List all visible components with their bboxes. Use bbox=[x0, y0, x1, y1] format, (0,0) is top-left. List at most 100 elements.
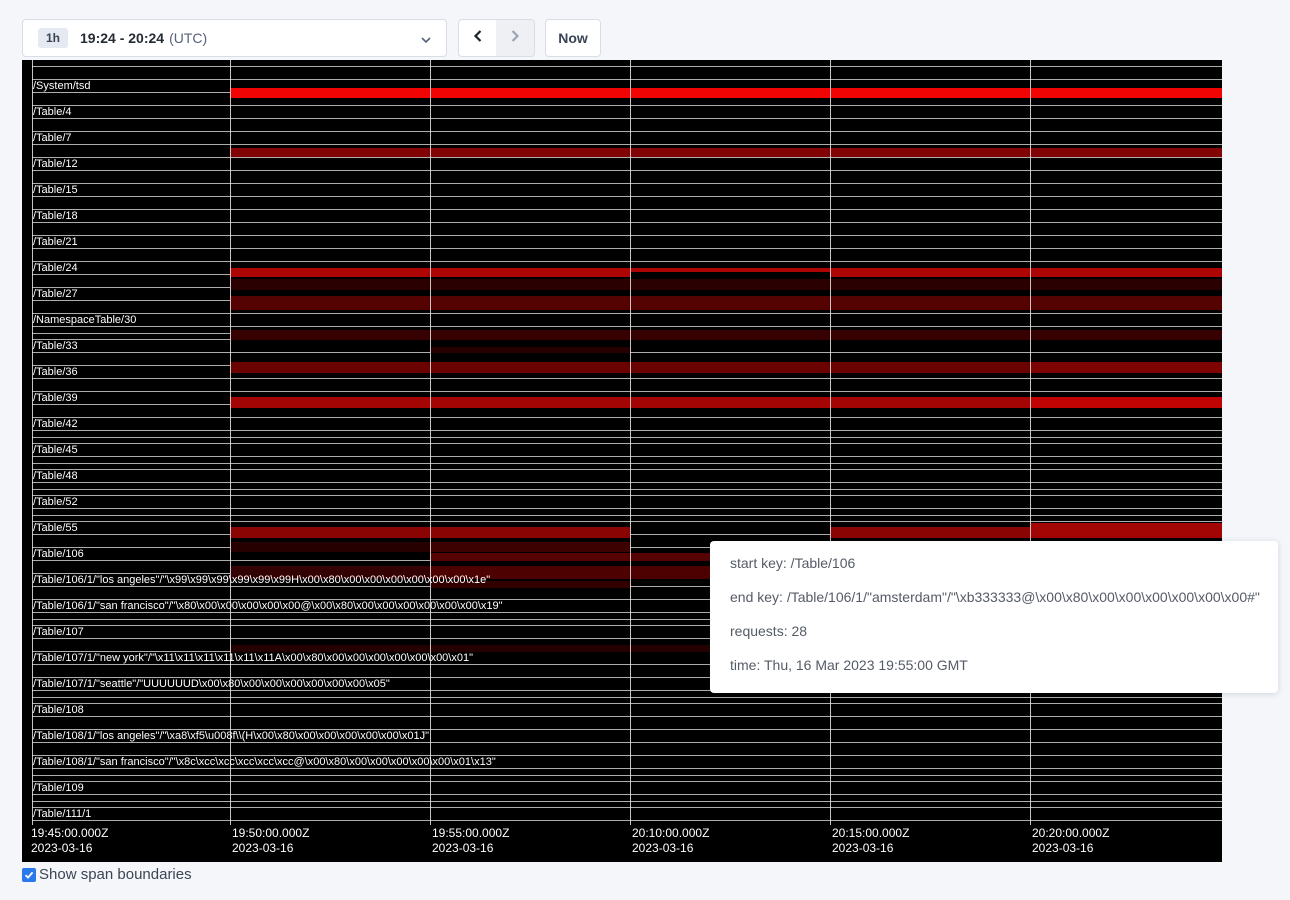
span-boundary-line bbox=[32, 391, 1222, 392]
show-span-boundaries-checkbox[interactable] bbox=[22, 868, 36, 882]
range-tooltip: start key: /Table/106 end key: /Table/10… bbox=[710, 541, 1278, 693]
time-prev-button[interactable] bbox=[458, 19, 497, 57]
span-label: /Table/36 bbox=[33, 367, 78, 378]
span-label: /Table/4 bbox=[33, 107, 72, 118]
span-boundary-line bbox=[32, 79, 1222, 80]
span-boundary-line bbox=[32, 196, 1222, 197]
time-axis-time: 20:15:00.000Z bbox=[832, 826, 909, 840]
span-boundary-line bbox=[32, 170, 1222, 171]
time-next-button[interactable] bbox=[496, 19, 535, 57]
span-label: /Table/106 bbox=[33, 549, 84, 560]
span-boundary-line bbox=[32, 716, 1222, 717]
span-boundary-line bbox=[32, 742, 1222, 743]
span-label: /System/tsd bbox=[33, 81, 90, 92]
time-axis-time: 19:50:00.000Z bbox=[232, 826, 309, 840]
span-boundary-line bbox=[32, 417, 1222, 418]
time-range-select[interactable]: 1h 19:24 - 20:24 (UTC) bbox=[22, 19, 447, 57]
span-boundary-line bbox=[32, 131, 1222, 132]
span-boundary-line bbox=[32, 313, 1222, 314]
span-boundary-line bbox=[32, 183, 1222, 184]
span-boundary-line bbox=[32, 209, 1222, 210]
span-label: /Table/33 bbox=[33, 341, 78, 352]
heatmap-band bbox=[1030, 362, 1222, 373]
span-label: /Table/111/1 bbox=[33, 809, 91, 820]
time-axis-time: 20:10:00.000Z bbox=[632, 826, 709, 840]
time-gridline bbox=[230, 60, 231, 825]
time-gridline bbox=[1030, 60, 1031, 825]
tooltip-end-key: end key: /Table/106/1/"amsterdam"/"\xb33… bbox=[730, 587, 1258, 607]
tooltip-start-key: start key: /Table/106 bbox=[730, 553, 1258, 573]
heatmap-band bbox=[230, 296, 1222, 310]
heatmap-band bbox=[230, 542, 430, 552]
span-boundary-line bbox=[32, 144, 1222, 145]
time-range-duration-badge: 1h bbox=[38, 28, 68, 48]
span-label: /Table/109 bbox=[33, 783, 84, 794]
span-boundary-line bbox=[32, 261, 1222, 262]
span-label: /Table/27 bbox=[33, 289, 78, 300]
span-label: /Table/48 bbox=[33, 471, 78, 482]
time-axis-date: 2023-03-16 bbox=[632, 841, 693, 855]
time-range-text: 19:24 - 20:24 bbox=[80, 30, 164, 46]
span-label: /Table/106/1/"san francisco"/"\x80\x00\x… bbox=[33, 601, 503, 612]
span-label: /Table/18 bbox=[33, 211, 78, 222]
span-boundary-line bbox=[32, 794, 1222, 795]
span-label: /Table/39 bbox=[33, 393, 78, 404]
span-label: /Table/24 bbox=[33, 263, 78, 274]
span-label: /Table/15 bbox=[33, 185, 78, 196]
time-axis-time: 19:45:00.000Z bbox=[31, 826, 108, 840]
heatmap-band bbox=[230, 88, 1222, 98]
span-label: /Table/107/1/"seattle"/"UUUUUUD\x00\x80\… bbox=[33, 679, 390, 690]
span-boundary-line bbox=[32, 775, 1222, 776]
time-range-zone: (UTC) bbox=[169, 30, 207, 46]
time-axis-date: 2023-03-16 bbox=[432, 841, 493, 855]
span-boundary-line bbox=[32, 801, 1222, 802]
heatmap-band bbox=[430, 542, 630, 552]
span-boundary-line bbox=[32, 697, 1222, 698]
span-boundary-line bbox=[32, 515, 1222, 516]
heatmap-band bbox=[230, 279, 1222, 290]
span-boundary-line bbox=[32, 443, 1222, 444]
heatmap-band bbox=[830, 527, 1030, 538]
span-label: /Table/108 bbox=[33, 705, 84, 716]
span-boundary-line bbox=[32, 703, 1222, 704]
tooltip-requests: requests: 28 bbox=[730, 621, 1258, 641]
time-gridline bbox=[830, 60, 831, 825]
span-boundary-line bbox=[32, 326, 1222, 327]
span-boundary-line bbox=[32, 222, 1222, 223]
span-boundary-line bbox=[32, 430, 1222, 431]
time-axis-date: 2023-03-16 bbox=[31, 841, 92, 855]
now-button[interactable]: Now bbox=[545, 19, 601, 57]
span-label: /Table/12 bbox=[33, 159, 78, 170]
span-boundary-line bbox=[32, 820, 1222, 821]
span-boundary-line bbox=[32, 378, 1222, 379]
key-visualizer-heatmap[interactable]: /System/tsd/Table/4/Table/7/Table/12/Tab… bbox=[22, 60, 1222, 862]
span-boundary-line bbox=[32, 437, 1222, 438]
time-gridline bbox=[430, 60, 431, 825]
time-gridline bbox=[630, 60, 631, 825]
span-label: /Table/42 bbox=[33, 419, 78, 430]
time-axis-time: 20:20:00.000Z bbox=[1032, 826, 1109, 840]
span-boundary-line bbox=[32, 781, 1222, 782]
tooltip-time: time: Thu, 16 Mar 2023 19:55:00 GMT bbox=[730, 655, 1258, 675]
span-label: /Table/7 bbox=[33, 133, 72, 144]
span-boundary-line bbox=[32, 235, 1222, 236]
span-boundaries-row: Show span boundaries bbox=[22, 866, 192, 883]
span-boundary-line bbox=[32, 105, 1222, 106]
time-axis-time: 19:55:00.000Z bbox=[432, 826, 509, 840]
span-boundary-line bbox=[32, 469, 1222, 470]
span-boundary-line bbox=[32, 157, 1222, 158]
span-label: /NamespaceTable/30 bbox=[33, 315, 136, 326]
time-axis-date: 2023-03-16 bbox=[232, 841, 293, 855]
span-label: /Table/107/1/"new york"/"\x11\x11\x11\x1… bbox=[33, 653, 473, 664]
span-boundary-line bbox=[32, 456, 1222, 457]
span-boundary-line bbox=[32, 66, 1222, 67]
span-label: /Table/45 bbox=[33, 445, 78, 456]
span-boundary-line bbox=[32, 768, 1222, 769]
span-label: /Table/55 bbox=[33, 523, 78, 534]
span-boundary-line bbox=[32, 807, 1222, 808]
chevron-left-icon bbox=[471, 29, 485, 48]
time-axis-date: 2023-03-16 bbox=[1032, 841, 1093, 855]
chevron-down-icon bbox=[420, 33, 432, 51]
span-boundary-line bbox=[32, 118, 1222, 119]
time-axis-date: 2023-03-16 bbox=[832, 841, 893, 855]
